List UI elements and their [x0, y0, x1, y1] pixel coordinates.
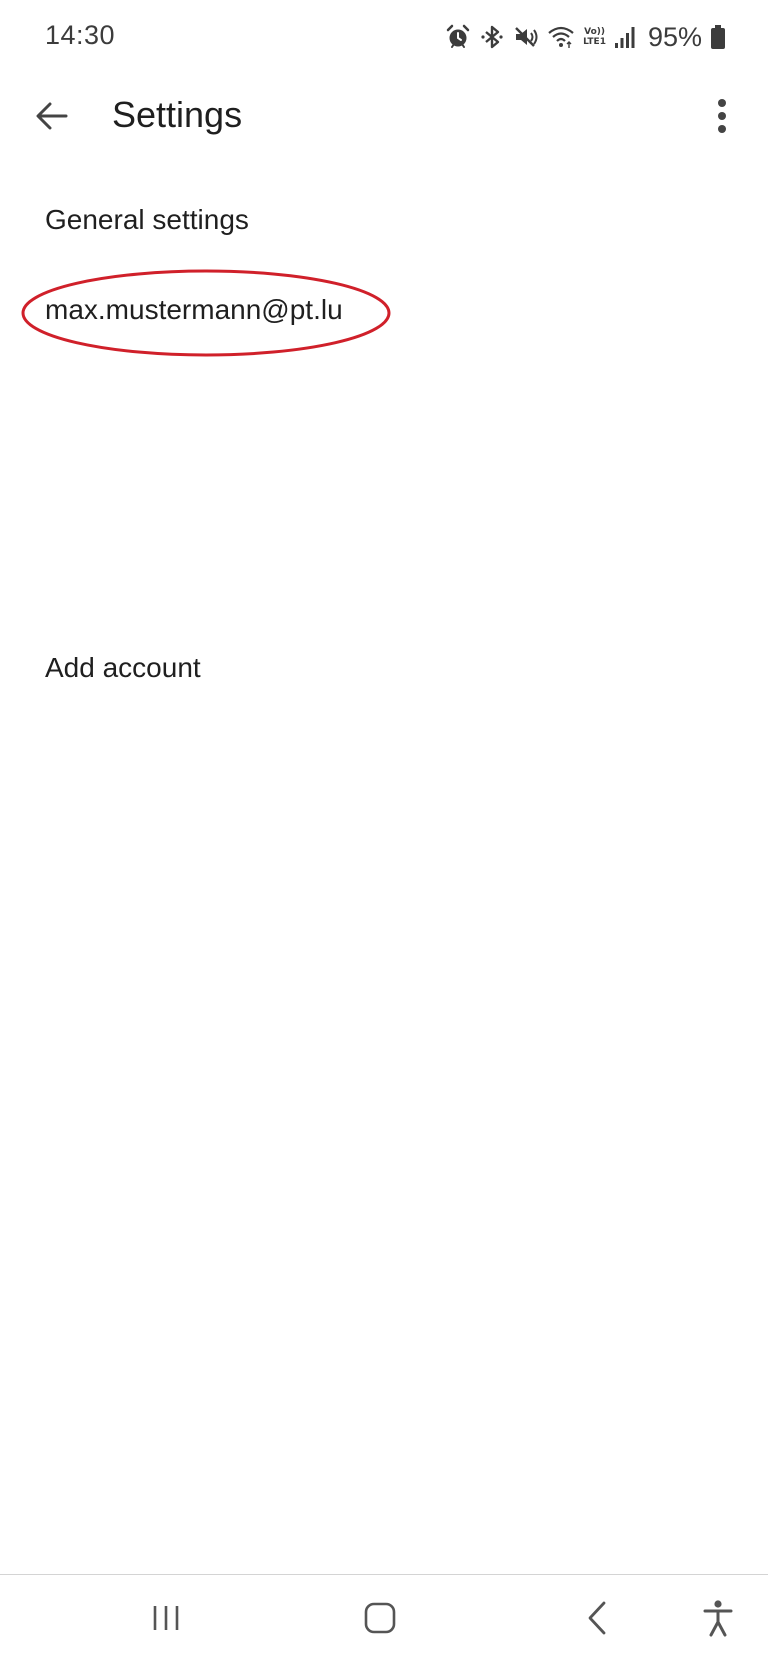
- bluetooth-icon: [479, 24, 505, 50]
- more-vertical-icon: [716, 98, 728, 139]
- arrow-left-icon: [35, 99, 69, 138]
- wifi-icon: [547, 24, 575, 50]
- status-time: 14:30: [45, 20, 116, 50]
- nav-back-button[interactable]: [572, 1595, 622, 1645]
- signal-icon: [614, 24, 636, 50]
- recents-button[interactable]: [141, 1595, 191, 1645]
- more-options-button[interactable]: [700, 94, 744, 142]
- recents-icon: [151, 1603, 181, 1638]
- accessibility-icon: [702, 1599, 734, 1642]
- add-account-item[interactable]: Add account: [45, 652, 201, 684]
- status-icons: Vo)) LTE1 95%: [445, 20, 726, 54]
- alarm-icon: [445, 24, 471, 50]
- general-settings-item[interactable]: General settings: [45, 204, 249, 236]
- status-bar: 14:30 Vo)) LTE1 95%: [0, 0, 768, 74]
- volte-icon: Vo)) LTE1: [583, 27, 606, 47]
- account-item[interactable]: max.mustermann@pt.lu: [45, 294, 343, 326]
- volte-label-bottom: LTE1: [583, 37, 606, 47]
- battery-percent: 95%: [647, 21, 702, 52]
- battery-icon: [710, 24, 726, 50]
- back-icon: [584, 1600, 610, 1641]
- accessibility-button[interactable]: [693, 1595, 743, 1645]
- back-button[interactable]: [30, 96, 74, 140]
- navigation-bar: [0, 1575, 768, 1664]
- home-icon: [363, 1601, 397, 1640]
- mute-icon: [513, 24, 539, 50]
- app-bar: Settings: [0, 80, 768, 154]
- home-button[interactable]: [355, 1595, 405, 1645]
- page-title: Settings: [112, 94, 243, 135]
- volte-label-top: Vo)): [584, 27, 605, 37]
